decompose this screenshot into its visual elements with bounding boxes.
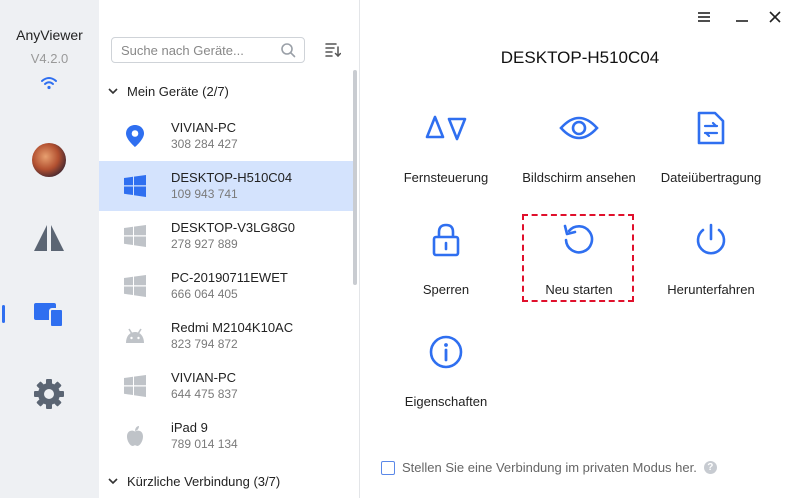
devices-icon (34, 303, 64, 328)
file-transfer-icon (696, 108, 726, 148)
device-id: 308 284 427 (171, 137, 238, 151)
device-name: iPad 9 (171, 420, 208, 435)
device-id: 278 927 889 (171, 237, 238, 251)
private-mode-label: Stellen Sie eine Verbindung im privaten … (402, 460, 697, 475)
windows-icon (99, 175, 171, 197)
private-mode-checkbox[interactable] (381, 460, 395, 475)
android-icon (99, 327, 171, 345)
action-label: Herunterfahren (667, 282, 755, 297)
device-id: 666 064 405 (171, 287, 238, 301)
power-icon (693, 220, 729, 260)
device-id: 644 475 837 (171, 387, 238, 401)
private-mode-option[interactable]: Stellen Sie eine Verbindung im privaten … (381, 460, 717, 475)
windows-icon (99, 275, 171, 297)
action-label: Bildschirm ansehen (522, 170, 636, 185)
nav-rail: AnyViewer V4.2.0 (0, 0, 99, 498)
chevron-down-icon (99, 477, 127, 485)
minimize-icon (736, 20, 748, 22)
info-icon (428, 332, 464, 372)
apple-icon (99, 425, 171, 447)
device-row[interactable]: Redmi M2104K10AC 823 794 872 (99, 311, 354, 361)
device-name: PC-20190711EWET (171, 270, 288, 285)
close-icon (769, 11, 781, 23)
nav-settings-button[interactable] (27, 372, 71, 416)
nav-active-indicator (2, 305, 5, 323)
remote-control-button[interactable]: Fernsteuerung (386, 108, 506, 188)
search-icon[interactable] (280, 42, 296, 58)
minimize-button[interactable] (732, 8, 752, 26)
page-title: DESKTOP-H510C04 (500, 48, 660, 67)
properties-button[interactable]: Eigenschaften (386, 332, 506, 412)
device-id: 109 943 741 (171, 187, 238, 201)
action-label: Dateiübertragung (660, 170, 762, 185)
nav-devices-button[interactable] (27, 292, 71, 336)
device-name: VIVIAN-PC (171, 120, 237, 135)
device-row[interactable]: DESKTOP-V3LG8G0 278 927 889 (99, 211, 354, 261)
lock-button[interactable]: Sperren (386, 220, 506, 300)
device-row[interactable]: VIVIAN-PC 644 475 837 (99, 361, 354, 411)
action-label: Eigenschaften (404, 394, 488, 409)
device-row[interactable]: VIVIAN-PC 308 284 427 (99, 111, 354, 161)
wifi-icon (41, 77, 57, 90)
group-recent-connections[interactable]: Kürzliche Verbindung (3/7) (99, 469, 354, 493)
app-version: V4.2.0 (30, 51, 69, 66)
sort-icon[interactable] (325, 42, 341, 58)
windows-icon (99, 375, 171, 397)
restart-highlight-box (522, 214, 634, 302)
group-label: Mein Geräte (2/7) (127, 83, 229, 99)
chevron-down-icon (99, 87, 127, 95)
device-id: 789 014 134 (171, 437, 238, 451)
group-label: Kürzliche Verbindung (3/7) (127, 473, 281, 489)
hamburger-icon (698, 12, 710, 22)
device-panel: Mein Geräte (2/7) VIVIAN-PC 308 284 427 D… (99, 0, 360, 498)
help-icon[interactable]: ? (703, 461, 717, 474)
lock-icon (431, 220, 461, 260)
action-label: Sperren (422, 282, 470, 297)
scrollbar-thumb[interactable] (353, 70, 357, 285)
action-label: Fernsteuerung (403, 170, 489, 185)
device-name: DESKTOP-V3LG8G0 (171, 220, 296, 235)
remote-control-icon (424, 108, 468, 148)
avatar-button[interactable] (27, 138, 71, 182)
connect-icon (34, 225, 64, 251)
gear-icon (34, 379, 64, 409)
device-id: 823 794 872 (171, 337, 238, 351)
search-input[interactable] (121, 42, 271, 58)
shutdown-button[interactable]: Herunterfahren (651, 220, 771, 300)
nav-connect-button[interactable] (27, 216, 71, 260)
view-screen-button[interactable]: Bildschirm ansehen (519, 108, 639, 188)
device-row[interactable]: iPad 9 789 014 134 (99, 411, 354, 461)
avatar (32, 143, 66, 177)
device-row[interactable]: PC-20190711EWET 666 064 405 (99, 261, 354, 311)
device-name: VIVIAN-PC (171, 370, 237, 385)
main-area: DESKTOP-H510C04 Fernsteuerung Bildschirm… (360, 0, 800, 498)
device-name: DESKTOP-H510C04 (171, 170, 293, 185)
location-pin-icon (99, 124, 171, 148)
windows-icon (99, 225, 171, 247)
close-button[interactable] (765, 8, 785, 26)
group-my-devices[interactable]: Mein Geräte (2/7) (99, 79, 354, 103)
device-row-selected[interactable]: DESKTOP-H510C04 109 943 741 (99, 161, 354, 211)
menu-button[interactable] (694, 8, 714, 26)
device-name: Redmi M2104K10AC (171, 320, 294, 335)
file-transfer-button[interactable]: Dateiübertragung (651, 108, 771, 188)
search-box[interactable] (111, 37, 305, 63)
eye-icon (559, 108, 599, 148)
app-name: AnyViewer (16, 27, 83, 43)
